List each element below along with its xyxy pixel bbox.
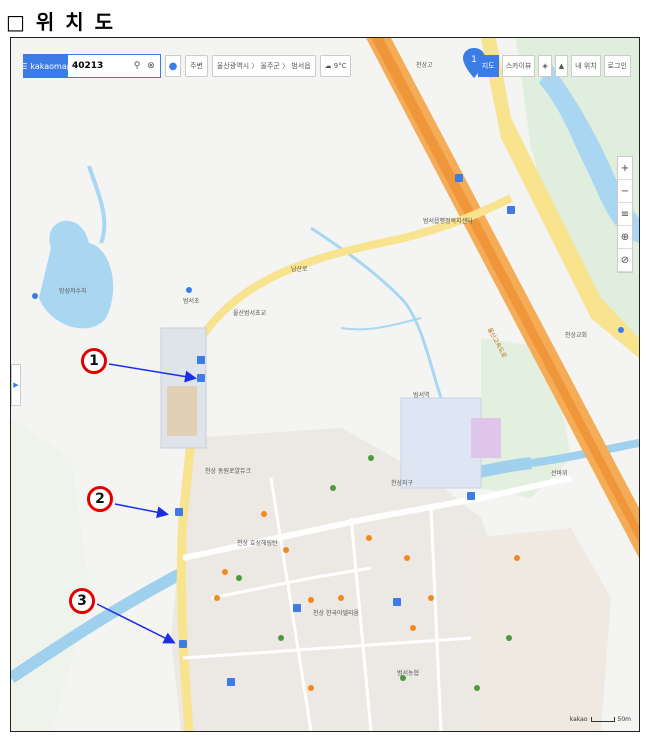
zoom-control: + − ≡ ⊕ ⊘ (617, 156, 633, 273)
map-type-skyview[interactable]: 스카이뷰 (501, 55, 536, 77)
label-school-north: 범서초 (183, 298, 200, 305)
weather-button[interactable]: ☁ 9°C (319, 55, 352, 77)
scale-bar: kakao 50m (570, 716, 631, 723)
breadcrumb[interactable]: 울산광역시 〉 울주군 〉 범서읍 (211, 55, 316, 77)
pin-icon: ● (168, 60, 178, 72)
layer-button[interactable]: ◈ (538, 55, 552, 77)
weather-icon: ☁ (324, 62, 332, 70)
nearby-button[interactable]: 주변 (185, 55, 208, 77)
map-canvas[interactable]: 1 (11, 38, 639, 731)
marker-3: 3 (69, 588, 95, 614)
map-type-map[interactable]: 지도 (477, 55, 499, 77)
search-box: ☰ kakaomap ⚲ ⊗ (20, 54, 161, 78)
label-pond: 망성저수지 (59, 288, 87, 295)
legend-button[interactable]: ≡ (618, 203, 632, 226)
layer-icon: ◈ (542, 62, 548, 70)
label-river: 선바위 (551, 470, 568, 477)
map-toolbar: ☰ kakaomap ⚲ ⊗ ● 주변 울산광역시 〉 울주군 〉 범서읍 ☁ … (20, 54, 352, 78)
search-icon[interactable]: ⚲ (132, 61, 142, 71)
label-office: 범서읍행정복지센터 (423, 218, 473, 225)
terrain-button[interactable]: ▲ (554, 55, 569, 77)
map-frame[interactable]: 1 망성저수지 범서초 천상고 울산고속도로 범서역 남산로 범서읍행정복지센터… (10, 37, 640, 732)
scale-unit: 50m (617, 716, 631, 723)
menu-button[interactable]: ☰ kakaomap (20, 55, 72, 77)
weather-temp: 9°C (333, 62, 347, 70)
label-hill: 천상지구 (391, 480, 414, 487)
label-apt-a: 천상 동원로얄듀크 (205, 468, 252, 475)
label-church: 천상교회 (565, 332, 588, 339)
hamburger-icon: ☰ (20, 61, 28, 71)
side-panel-toggle[interactable]: ▶ (11, 364, 21, 406)
label-station: 범서역 (413, 392, 430, 399)
label-apt-b: 천상 한국아델리움 (313, 610, 360, 617)
login-button[interactable]: 로그인 (603, 55, 631, 77)
marker-2: 2 (87, 486, 113, 512)
search-input[interactable] (68, 57, 132, 75)
my-location-button[interactable]: 내 위치 (571, 55, 601, 77)
chevron-right-icon: ▶ (13, 381, 19, 389)
label-road-main: 남산로 (291, 266, 308, 273)
marker-1: 1 (81, 348, 107, 374)
compass-button[interactable]: ⊕ (618, 226, 632, 249)
scale-line (590, 717, 615, 722)
clear-icon[interactable]: ⊗ (146, 61, 156, 71)
map-type-bar: 지도 스카이뷰 ◈ ▲ 내 위치 로그인 (477, 55, 631, 77)
scale-brand: kakao (569, 716, 588, 723)
zoom-in-button[interactable]: + (618, 157, 632, 180)
label-mart: 범서농협 (397, 670, 420, 677)
terrain-icon: ▲ (558, 62, 565, 70)
reset-button[interactable]: ⊘ (618, 249, 632, 272)
label-apt-c: 천상 효성해링턴 (237, 540, 278, 547)
page-heading: □ 위 치 도 (6, 10, 115, 34)
location-pin-button[interactable]: ● (165, 55, 181, 77)
label-school-mid: 울산범서초교 (233, 310, 267, 317)
brand-label: kakaomap (30, 61, 72, 71)
svg-text:1: 1 (471, 55, 477, 65)
label-apt-top: 천상고 (416, 62, 433, 69)
zoom-out-button[interactable]: − (618, 180, 632, 203)
